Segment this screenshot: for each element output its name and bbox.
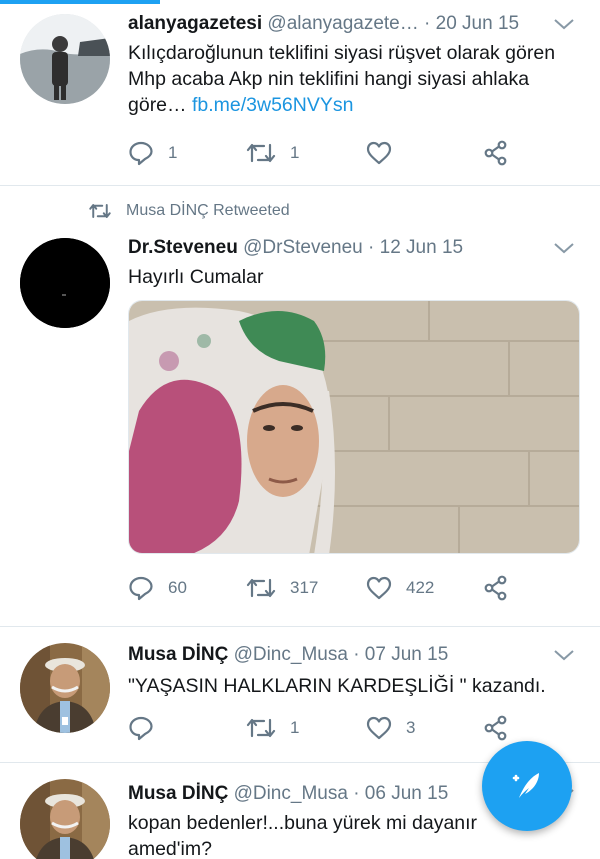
avatar[interactable] — [20, 238, 110, 328]
separator: · — [368, 237, 375, 258]
chevron-down-icon[interactable] — [552, 645, 576, 665]
avatar[interactable] — [20, 643, 110, 733]
tweet-date[interactable]: 12 Jun 15 — [380, 237, 463, 258]
author-name[interactable]: Musa DİNÇ — [128, 644, 228, 665]
retweet-button[interactable]: 1 — [246, 136, 299, 170]
reply-count: 1 — [168, 143, 178, 162]
tweet-text-line: amed'im? — [128, 838, 212, 859]
share-icon — [484, 140, 507, 166]
tweet-text: "YAŞASIN HALKLARIN KARDEŞLİĞİ " kazandı. — [128, 675, 546, 697]
like-icon — [366, 716, 392, 740]
author-name[interactable]: Musa DİNÇ — [128, 783, 228, 804]
like-count: 3 — [406, 718, 416, 737]
tweet-header: Dr.Steveneu @DrSteveneu · 12 Jun 15 — [128, 235, 584, 261]
tweet[interactable]: Musa DİNÇ @Dinc_Musa · 07 Jun 15 "YAŞASI… — [0, 627, 600, 763]
tweet-actions: 1 1 — [128, 136, 528, 170]
tweet-actions: 60 317 422 — [128, 571, 528, 605]
chevron-down-icon[interactable] — [552, 238, 576, 258]
separator: · — [353, 783, 360, 804]
author-name[interactable]: Dr.Steveneu — [128, 237, 238, 258]
tweet-text: Hayırlı Cumalar — [128, 266, 264, 288]
tweet-date[interactable]: 20 Jun 15 — [436, 13, 519, 34]
tweet-text: Kılıçdaroğlunun teklifini siyasi rüşvet … — [128, 40, 580, 118]
retweet-button[interactable]: 317 — [246, 571, 318, 605]
reply-icon — [129, 576, 153, 601]
retweeted-by-text[interactable]: Musa DİNÇ Retweeted — [126, 202, 290, 220]
tweet-header: Musa DİNÇ @Dinc_Musa · 07 Jun 15 — [128, 642, 584, 668]
compose-icon — [512, 773, 539, 798]
tweet-image[interactable] — [128, 300, 580, 554]
chevron-down-icon[interactable] — [552, 14, 576, 34]
tweet-header: alanyagazetesi @alanyagazete… · 20 Jun 1… — [128, 11, 584, 37]
share-button[interactable] — [483, 711, 509, 745]
like-button[interactable]: 3 — [366, 711, 415, 745]
reply-icon — [129, 716, 153, 741]
reply-count: 60 — [168, 578, 187, 597]
like-count: 422 — [406, 578, 435, 597]
retweet-icon — [89, 204, 111, 218]
reply-icon — [129, 141, 153, 166]
retweet-icon — [246, 578, 276, 598]
separator: · — [353, 644, 360, 665]
like-icon — [366, 141, 392, 165]
like-icon — [366, 576, 392, 600]
share-button[interactable] — [483, 136, 509, 170]
retweet-icon — [246, 143, 276, 163]
retweet-icon — [246, 718, 276, 738]
tweet[interactable]: alanyagazetesi @alanyagazete… · 20 Jun 1… — [0, 0, 600, 186]
share-button[interactable] — [483, 571, 509, 605]
compose-tweet-button[interactable] — [482, 741, 572, 831]
retweet-count: 1 — [290, 718, 300, 737]
avatar[interactable] — [20, 779, 110, 859]
author-handle[interactable]: @Dinc_Musa — [234, 783, 348, 804]
separator: · — [424, 13, 431, 34]
like-button[interactable] — [366, 136, 406, 170]
author-handle[interactable]: @Dinc_Musa — [234, 644, 348, 665]
like-button[interactable]: 422 — [366, 571, 434, 605]
retweet-count: 1 — [290, 143, 300, 162]
author-name[interactable]: alanyagazetesi — [128, 13, 262, 34]
reply-button[interactable]: 60 — [128, 571, 187, 605]
share-icon — [484, 575, 507, 601]
retweeted-by-label: Musa DİNÇ Retweeted — [88, 202, 290, 220]
author-handle[interactable]: @alanyagazete… — [267, 13, 418, 34]
tweet-actions: 1 3 — [128, 711, 528, 745]
tweet-date[interactable]: 06 Jun 15 — [365, 783, 448, 804]
reply-button[interactable] — [128, 711, 168, 745]
tweet-date[interactable]: 07 Jun 15 — [365, 644, 448, 665]
reply-button[interactable]: 1 — [128, 136, 177, 170]
retweet-button[interactable]: 1 — [246, 711, 299, 745]
retweet-count: 317 — [290, 578, 319, 597]
tweet-link[interactable]: fb.me/3w56NVYsn — [192, 94, 354, 116]
avatar[interactable] — [20, 14, 110, 104]
author-handle[interactable]: @DrSteveneu — [243, 237, 363, 258]
share-icon — [484, 715, 507, 741]
